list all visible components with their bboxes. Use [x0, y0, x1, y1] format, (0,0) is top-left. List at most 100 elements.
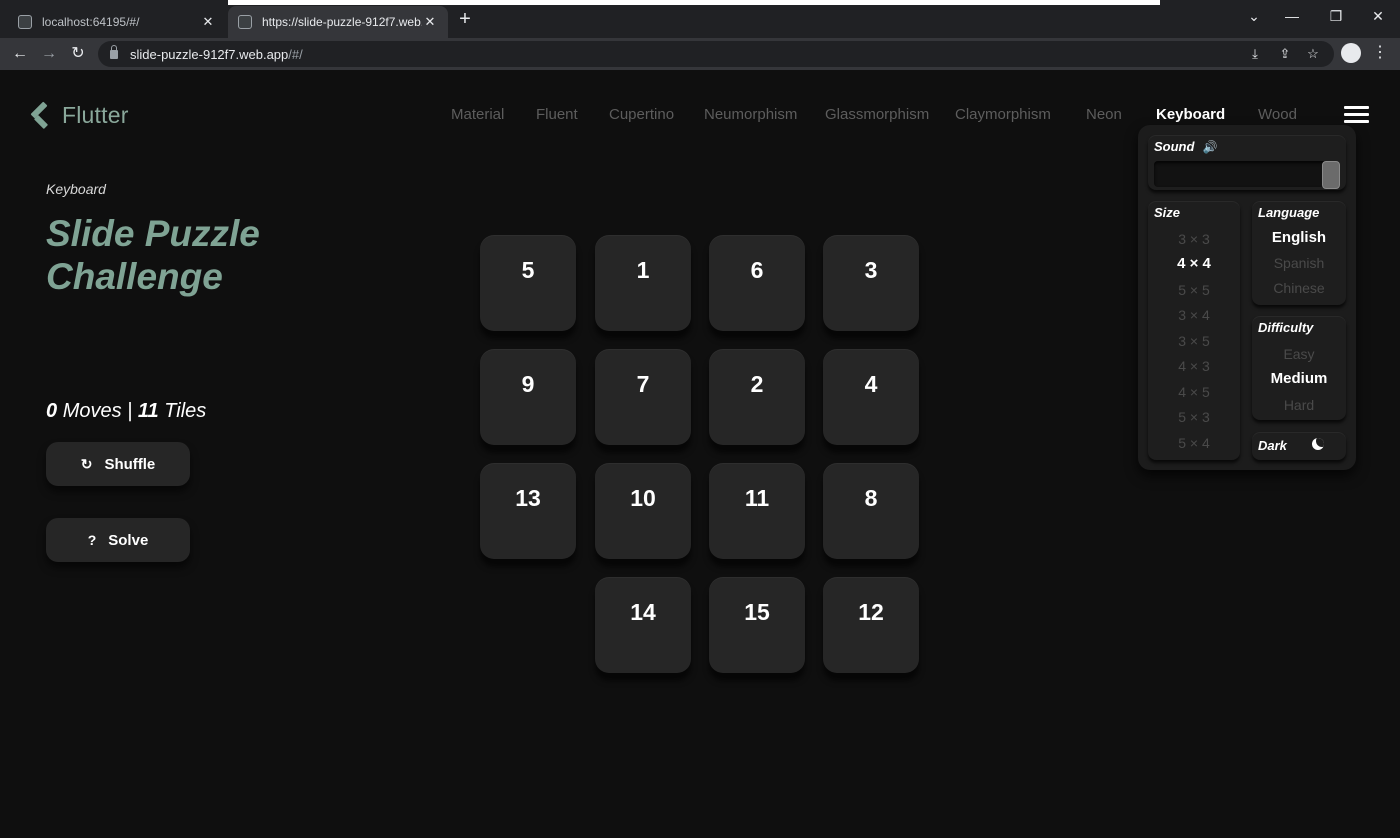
speaker-icon: 🔊 [1202, 140, 1218, 154]
puzzle-tile[interactable]: 6 [709, 235, 805, 331]
size-option-4x3[interactable]: 4 × 3 [1148, 358, 1240, 374]
tab-search-icon[interactable]: ⌄ [1242, 8, 1266, 25]
size-card: Size 3 × 3 4 × 4 5 × 5 3 × 4 3 × 5 4 × 3… [1148, 201, 1240, 460]
back-icon[interactable]: ← [9, 43, 31, 65]
puzzle-tile[interactable]: 3 [823, 235, 919, 331]
difficulty-option-medium[interactable]: Medium [1252, 370, 1346, 387]
puzzle-tile[interactable]: 8 [823, 463, 919, 559]
size-option-4x5[interactable]: 4 × 5 [1148, 384, 1240, 400]
title-line-1: Slide Puzzle [46, 213, 260, 254]
puzzle-tile[interactable]: 2 [709, 349, 805, 445]
size-option-3x4[interactable]: 3 × 4 [1148, 307, 1240, 323]
flutter-logo-icon [28, 100, 54, 130]
browser-tab-slide-puzzle[interactable]: https://slide-puzzle-912f7.web.ap ✕ [228, 6, 448, 38]
close-tab-icon[interactable]: ✕ [200, 14, 216, 30]
puzzle-tile[interactable]: 4 [823, 349, 919, 445]
move-tile-counter: 0 Moves | 11 Tiles [46, 400, 206, 423]
puzzle-tile[interactable]: 7 [595, 349, 691, 445]
difficulty-title: Difficulty [1258, 320, 1314, 335]
difficulty-card: Difficulty Easy Medium Hard [1252, 316, 1346, 420]
sound-card: Sound 🔊 [1148, 135, 1346, 190]
tab-title: localhost:64195/#/ [42, 15, 140, 29]
nav-claymorphism[interactable]: Claymorphism [955, 106, 1051, 123]
size-option-5x4[interactable]: 5 × 4 [1148, 435, 1240, 451]
page-title: Slide Puzzle Challenge [46, 212, 260, 298]
size-option-5x3[interactable]: 5 × 3 [1148, 409, 1240, 425]
nav-material[interactable]: Material [451, 106, 504, 123]
close-tab-icon[interactable]: ✕ [422, 14, 438, 30]
size-option-4x4[interactable]: 4 × 4 [1148, 255, 1240, 272]
size-option-5x5[interactable]: 5 × 5 [1148, 282, 1240, 298]
install-icon[interactable]: ⤓ [1246, 45, 1264, 63]
shuffle-button[interactable]: ↻ Shuffle [46, 442, 190, 486]
puzzle-tile[interactable]: 9 [480, 349, 576, 445]
browser-toolbar: ← → ↻ slide-puzzle-912f7.web.app/#/ ⤓ ⇪ … [0, 38, 1400, 70]
puzzle-tile[interactable]: 11 [709, 463, 805, 559]
minimize-icon[interactable]: — [1280, 8, 1304, 24]
shuffle-label: Shuffle [104, 455, 156, 473]
moves-label: Moves [62, 400, 122, 422]
settings-panel: Sound 🔊 Size 3 × 3 4 × 4 5 × 5 3 × 4 3 × … [1138, 125, 1356, 470]
language-option-english[interactable]: English [1252, 229, 1346, 246]
nav-wood[interactable]: Wood [1258, 106, 1297, 123]
solve-label: Solve [108, 531, 149, 549]
nav-glassmorphism[interactable]: Glassmorphism [825, 106, 929, 123]
window-top-band [228, 0, 1160, 5]
solve-button[interactable]: ? Solve [46, 518, 190, 562]
nav-keyboard[interactable]: Keyboard [1156, 106, 1225, 123]
profile-avatar[interactable] [1341, 43, 1361, 63]
language-option-spanish[interactable]: Spanish [1252, 255, 1346, 271]
globe-icon [238, 15, 252, 29]
share-icon[interactable]: ⇪ [1276, 45, 1294, 63]
moves-count: 0 [46, 400, 58, 422]
language-card: Language English Spanish Chinese [1252, 201, 1346, 305]
browser-menu-icon[interactable]: ⋮ [1372, 42, 1388, 64]
difficulty-option-easy[interactable]: Easy [1252, 346, 1346, 362]
puzzle-tile[interactable]: 10 [595, 463, 691, 559]
lock-icon [110, 44, 118, 59]
flutter-logo[interactable]: Flutter [28, 100, 129, 130]
nav-neumorphism[interactable]: Neumorphism [704, 106, 797, 123]
globe-icon [18, 15, 32, 29]
language-title: Language [1258, 205, 1320, 220]
refresh-icon: ↻ [80, 455, 93, 472]
question-icon: ? [87, 532, 97, 548]
size-option-3x3[interactable]: 3 × 3 [1148, 231, 1240, 247]
browser-tab-localhost[interactable]: localhost:64195/#/ ✕ [8, 6, 226, 38]
url-host: slide-puzzle-912f7.web.app [130, 46, 289, 62]
nav-neon[interactable]: Neon [1086, 106, 1122, 123]
counter-separator: | [127, 400, 133, 422]
size-option-3x5[interactable]: 3 × 5 [1148, 333, 1240, 349]
slide-puzzle-app: Flutter Material Fluent Cupertino Neumor… [0, 70, 1400, 838]
forward-icon[interactable]: → [38, 43, 60, 65]
reload-icon[interactable]: ↻ [67, 43, 89, 65]
dark-label: Dark [1258, 438, 1287, 453]
difficulty-option-hard[interactable]: Hard [1252, 397, 1346, 413]
puzzle-tile[interactable]: 14 [595, 577, 691, 673]
tiles-count: 11 [137, 400, 159, 422]
volume-slider[interactable] [1154, 161, 1340, 189]
bookmark-star-icon[interactable]: ☆ [1304, 45, 1322, 63]
new-tab-button[interactable]: + [454, 9, 476, 31]
nav-fluent[interactable]: Fluent [536, 106, 578, 123]
title-line-2: Challenge [46, 256, 223, 297]
moon-icon [1312, 438, 1324, 450]
close-window-icon[interactable]: ✕ [1366, 8, 1390, 25]
address-bar[interactable]: slide-puzzle-912f7.web.app/#/ ⤓ ⇪ ☆ [98, 41, 1334, 67]
volume-slider-handle[interactable] [1322, 161, 1340, 189]
dark-mode-toggle[interactable]: Dark [1252, 432, 1346, 460]
browser-tab-strip: localhost:64195/#/ ✕ https://slide-puzzl… [0, 0, 1400, 38]
url-path: /#/ [288, 46, 303, 62]
puzzle-tile[interactable]: 12 [823, 577, 919, 673]
puzzle-tile[interactable]: 1 [595, 235, 691, 331]
logo-text: Flutter [62, 101, 129, 128]
hamburger-menu-icon[interactable] [1344, 106, 1369, 124]
puzzle-tile[interactable]: 13 [480, 463, 576, 559]
puzzle-tile[interactable]: 15 [709, 577, 805, 673]
tiles-label: Tiles [164, 400, 207, 422]
puzzle-tile[interactable]: 5 [480, 235, 576, 331]
theme-label: Keyboard [46, 181, 106, 197]
restore-icon[interactable]: ❐ [1324, 8, 1348, 25]
nav-cupertino[interactable]: Cupertino [609, 106, 674, 123]
language-option-chinese[interactable]: Chinese [1252, 280, 1346, 296]
